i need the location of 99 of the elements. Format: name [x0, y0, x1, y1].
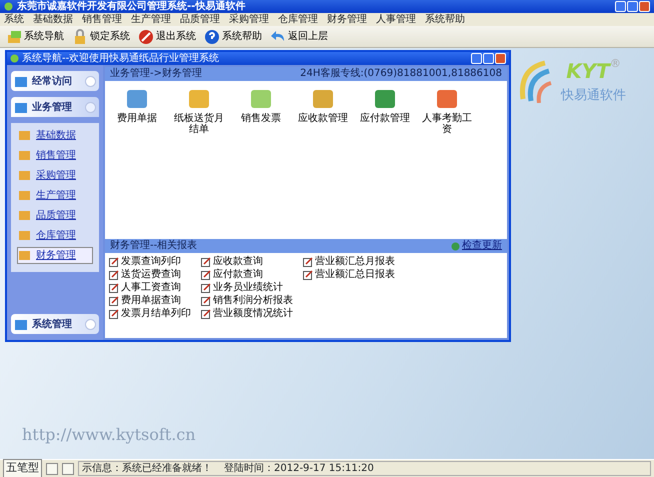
maximize-button[interactable]: [627, 1, 638, 12]
breadcrumb: 业务管理->财务管理: [110, 69, 202, 79]
module-button[interactable]: 纸板送货月结单: [173, 87, 225, 135]
app-icon: [10, 54, 19, 63]
sidebar-link[interactable]: 生产管理: [17, 187, 93, 204]
menu-item[interactable]: 人事管理: [376, 14, 416, 24]
menu-item[interactable]: 品质管理: [180, 14, 220, 24]
menu-item[interactable]: 基础数据: [33, 14, 73, 24]
sidebar-group-header[interactable]: 业务管理: [11, 97, 99, 117]
report-link[interactable]: 发票月结单列印: [109, 308, 191, 320]
website-text: http://www.kytsoft.cn: [22, 424, 196, 446]
edit-icon: [201, 270, 211, 280]
help-icon: [204, 28, 220, 44]
report-link[interactable]: 送货运费查询: [109, 269, 181, 281]
report-link[interactable]: 业务员业绩统计: [201, 282, 283, 294]
menu-item[interactable]: 仓库管理: [278, 14, 318, 24]
ime-toggle[interactable]: [62, 462, 74, 474]
menu-item[interactable]: 系统帮助: [425, 14, 465, 24]
edit-icon: [201, 257, 211, 267]
sidebar-link[interactable]: 品质管理: [17, 207, 93, 224]
menu-item[interactable]: 财务管理: [327, 14, 367, 24]
edit-icon: [109, 309, 119, 319]
report-link[interactable]: 营业额汇总月报表: [303, 256, 395, 268]
hotline-text: 24H客服专线:(0769)81881001,81886108: [300, 69, 502, 79]
edit-icon: [109, 283, 119, 293]
app-icon: [4, 2, 13, 11]
module-icon: [249, 87, 273, 111]
update-link[interactable]: 检查更新: [462, 241, 502, 251]
toolbar-button[interactable]: 返回上层: [270, 28, 328, 44]
module-icon: [125, 87, 149, 111]
sidebar-link[interactable]: 财务管理: [17, 247, 93, 264]
toolbar-button[interactable]: 退出系统: [138, 28, 196, 44]
sidebar-group-header[interactable]: 经常访问: [11, 71, 99, 91]
menu-item[interactable]: 销售管理: [82, 14, 122, 24]
module-icon: [18, 189, 31, 202]
module-icon: [435, 87, 459, 111]
maximize-button[interactable]: [483, 53, 494, 64]
menu-item[interactable]: 系统: [4, 14, 24, 24]
minimize-button[interactable]: [615, 1, 626, 12]
module-icon: [18, 149, 31, 162]
globe-icon: [450, 242, 460, 250]
edit-icon: [109, 296, 119, 306]
edit-icon: [109, 257, 119, 267]
status-message: 示信息：系统已经准备就绪！: [82, 462, 212, 475]
close-button[interactable]: [639, 1, 650, 12]
module-button[interactable]: 应收款管理: [297, 87, 349, 124]
module-icon: [373, 87, 397, 111]
logo-mark: KYT: [566, 58, 610, 85]
module-icon: [311, 87, 335, 111]
module-icon: [18, 249, 31, 262]
menu-item[interactable]: 生产管理: [131, 14, 171, 24]
toolbar-button[interactable]: 系统帮助: [204, 28, 262, 44]
collapse-icon: [85, 318, 96, 330]
report-link[interactable]: 销售利润分析报表: [201, 295, 293, 307]
report-link[interactable]: 费用单据查询: [109, 295, 181, 307]
login-time: 登陆时间：2012-9-17 15:11:20: [224, 462, 374, 475]
edit-icon: [303, 270, 313, 280]
sidebar-group-header[interactable]: 系统管理: [11, 314, 99, 334]
ime-indicator[interactable]: 五笔型: [3, 459, 42, 477]
report-link[interactable]: 营业额度情况统计: [201, 308, 293, 320]
edit-icon: [109, 270, 119, 280]
edit-icon: [201, 296, 211, 306]
report-link[interactable]: 人事工资查询: [109, 282, 181, 294]
report-link[interactable]: 应收款查询: [201, 256, 263, 268]
module-button[interactable]: 应付款管理: [359, 87, 411, 124]
window-title: 东莞市诚嘉软件开发有限公司管理系统--快易通软件: [17, 2, 246, 12]
toolbar-button[interactable]: 系统导航: [6, 28, 64, 44]
module-icon: [18, 209, 31, 222]
boxes-icon: [6, 28, 22, 44]
collapse-icon: [85, 102, 96, 112]
edit-icon: [201, 283, 211, 293]
module-button[interactable]: 人事考勤工资: [421, 87, 473, 135]
toolbar-button[interactable]: 锁定系统: [72, 28, 130, 44]
report-link[interactable]: 营业额汇总日报表: [303, 269, 395, 281]
close-button[interactable]: [495, 53, 506, 64]
edit-icon: [201, 309, 211, 319]
report-link[interactable]: 应付款查询: [201, 269, 263, 281]
sidebar-link[interactable]: 基础数据: [17, 127, 93, 144]
edit-icon: [303, 257, 313, 267]
collapse-icon: [85, 76, 96, 86]
minimize-button[interactable]: [471, 53, 482, 64]
section-title: 财务管理--相关报表: [110, 241, 198, 251]
sidebar-link[interactable]: 仓库管理: [17, 227, 93, 244]
lock-icon: [72, 28, 88, 44]
logo-name: 快易通软件: [561, 87, 626, 105]
stop-icon: [138, 28, 154, 44]
sidebar-link[interactable]: 销售管理: [17, 147, 93, 164]
module-button[interactable]: 费用单据: [111, 87, 163, 124]
module-icon: [18, 129, 31, 142]
registered-mark: ®: [610, 56, 621, 70]
ime-toggle[interactable]: [46, 462, 58, 474]
window-title: 系统导航--欢迎使用快易通纸品行业管理系统: [22, 54, 220, 64]
sidebar-link[interactable]: 采购管理: [17, 167, 93, 184]
module-icon: [18, 229, 31, 242]
report-link[interactable]: 发票查询列印: [109, 256, 181, 268]
module-icon: [187, 87, 211, 111]
module-button[interactable]: 销售发票: [235, 87, 287, 124]
module-icon: [18, 169, 31, 182]
menu-item[interactable]: 采购管理: [229, 14, 269, 24]
